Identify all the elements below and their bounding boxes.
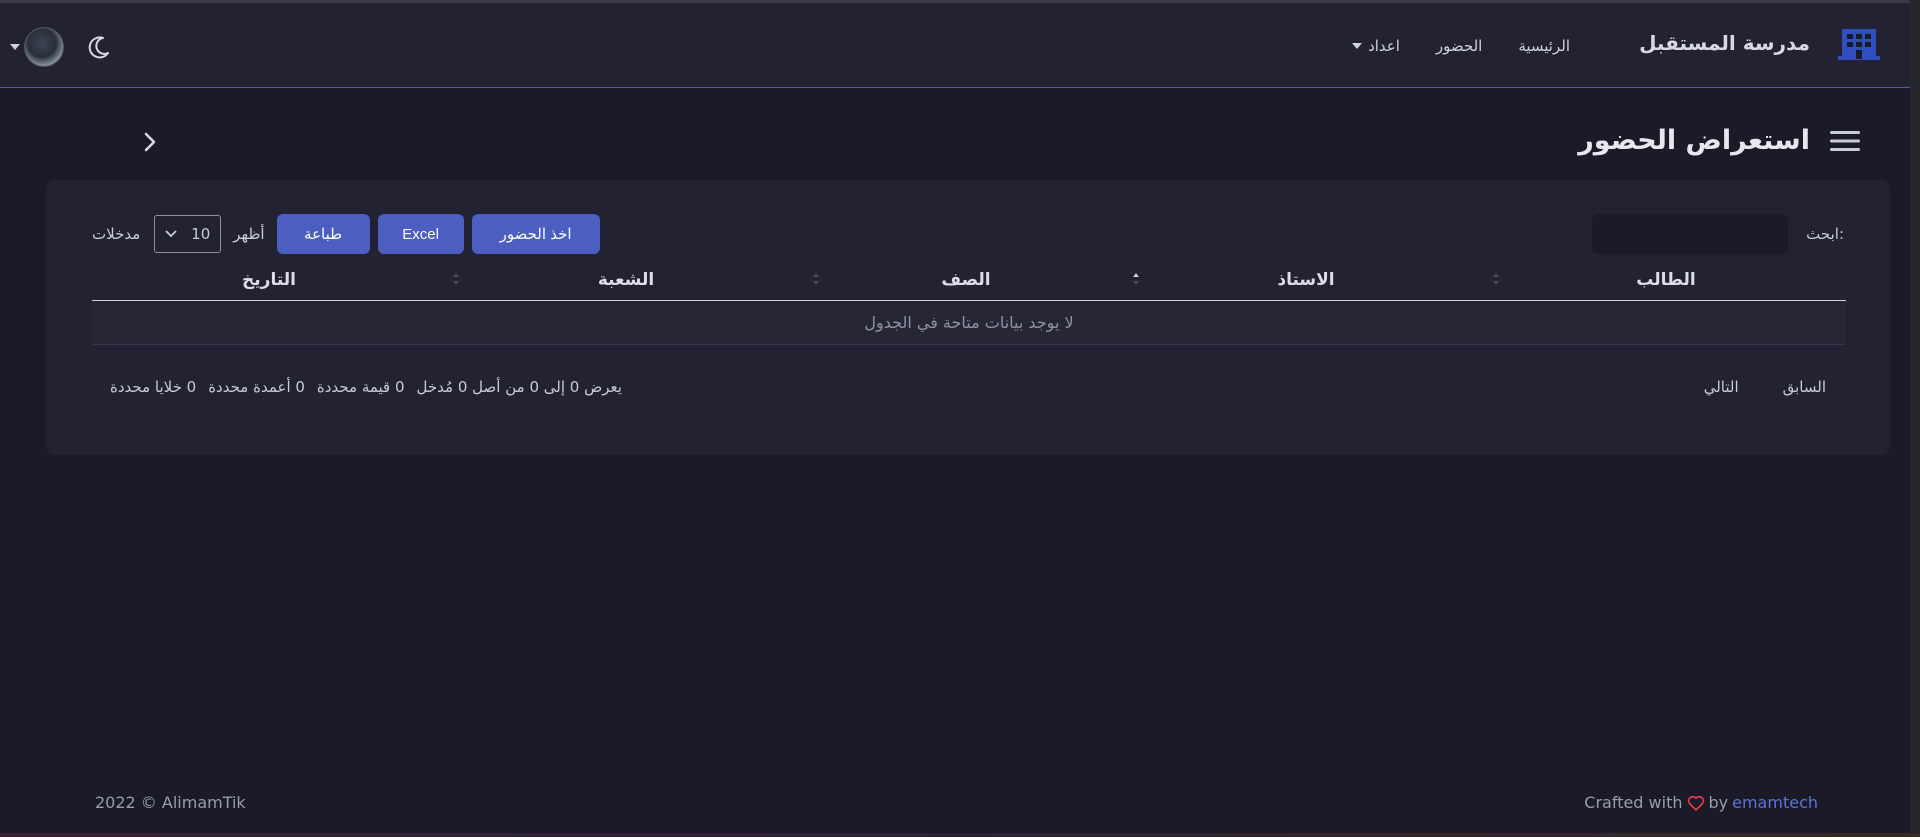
moon-icon[interactable] xyxy=(86,34,112,60)
selected-columns-count: 0 أعمدة محددة xyxy=(208,378,305,396)
hamburger-menu-icon[interactable] xyxy=(1830,129,1860,153)
sort-icon xyxy=(1493,273,1499,285)
brand-name: مدرسة المستقبل xyxy=(1639,31,1810,55)
avatar xyxy=(24,27,64,67)
main-nav: الرئيسية الحضور اعداد xyxy=(1352,37,1570,55)
window-bottom-edge xyxy=(0,833,1920,837)
heart-icon xyxy=(1687,795,1704,811)
page-length-value: 10 xyxy=(191,225,211,243)
footer-copyright: 2022 © AlimamTik xyxy=(95,793,246,812)
pagination-previous[interactable]: السابق xyxy=(1783,378,1826,396)
table-controls: مدخلات 10 أظهر طباعة Excel اخذ الحضور xyxy=(92,214,600,254)
search-label: ابحث: xyxy=(1806,225,1844,243)
scrollbar[interactable] xyxy=(1910,0,1920,837)
footer-credits: Crafted with by emamtech xyxy=(1584,793,1818,812)
column-header-student[interactable]: الطالب xyxy=(1486,260,1846,301)
table-info-text: يعرض 0 إلى 0 من أصل 0 مُدخل xyxy=(416,378,622,396)
nav-item-home[interactable]: الرئيسية xyxy=(1518,37,1570,55)
column-header-class[interactable]: الصف xyxy=(806,260,1126,301)
nav-item-attendance[interactable]: الحضور xyxy=(1436,37,1482,55)
footer-crafted-by: by xyxy=(1708,793,1729,812)
table-row: لا يوجد بيانات متاحة في الجدول xyxy=(92,300,1846,345)
chevron-down-icon xyxy=(165,230,177,238)
pagination: السابق التالي xyxy=(1704,378,1826,396)
attendance-card: ابحث: مدخلات 10 أظهر طباعة Excel اخذ الح… xyxy=(46,180,1890,455)
attendance-table: الطالب الاستاذ الصف الشعبة التاريخ لا يو… xyxy=(92,260,1846,345)
column-header-teacher[interactable]: الاستاذ xyxy=(1126,260,1486,301)
brand[interactable]: مدرسة المستقبل xyxy=(1639,26,1880,60)
footer-author-link[interactable]: emamtech xyxy=(1732,793,1818,812)
page-title: استعراض الحضور xyxy=(1578,125,1810,156)
caret-down-icon xyxy=(1352,43,1363,49)
empty-table-message: لا يوجد بيانات متاحة في الجدول xyxy=(92,300,1846,345)
nav-item-settings-label: اعداد xyxy=(1368,37,1400,55)
sort-icon xyxy=(813,273,819,285)
user-menu-toggle[interactable] xyxy=(10,27,64,67)
building-icon xyxy=(1838,29,1880,60)
page-header: استعراض الحضور xyxy=(1578,125,1860,156)
show-label: أظهر xyxy=(233,225,265,243)
selected-values-count: 0 قيمة محددة xyxy=(316,378,405,396)
sort-asc-icon xyxy=(1133,273,1139,285)
caret-down-icon xyxy=(10,44,20,50)
column-header-date[interactable]: التاريخ xyxy=(92,260,446,301)
nav-item-settings-dropdown[interactable]: اعداد xyxy=(1352,37,1400,55)
footer-crafted-prefix: Crafted with xyxy=(1584,793,1683,812)
table-info: يعرض 0 إلى 0 من أصل 0 مُدخل 0 قيمة محددة… xyxy=(110,378,622,396)
take-attendance-button[interactable]: اخذ الحضور xyxy=(471,214,600,254)
search-input[interactable] xyxy=(1592,214,1788,254)
column-header-section[interactable]: الشعبة xyxy=(446,260,806,301)
top-navbar: مدرسة المستقبل الرئيسية الحضور اعداد xyxy=(0,3,1910,88)
selected-cells-count: 0 خلايا محددة xyxy=(110,378,197,396)
sort-icon xyxy=(453,273,459,285)
pagination-next[interactable]: التالي xyxy=(1704,378,1739,396)
entries-label: مدخلات xyxy=(92,225,141,243)
navbar-user-area xyxy=(10,27,112,67)
page-length-select[interactable]: 10 xyxy=(154,215,222,253)
print-button[interactable]: طباعة xyxy=(276,214,370,254)
excel-button[interactable]: Excel xyxy=(377,214,464,254)
chevron-right-icon[interactable] xyxy=(142,130,158,154)
